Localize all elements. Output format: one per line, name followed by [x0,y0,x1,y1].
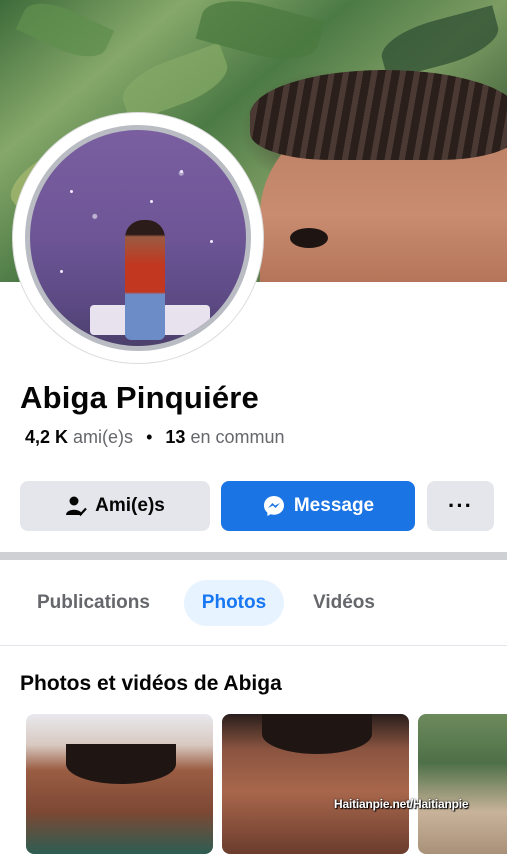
mutual-label[interactable]: en commun [190,427,284,447]
more-button[interactable]: ··· [427,481,494,531]
friends-button[interactable]: Ami(e)s [20,481,210,531]
tabs-divider [0,645,507,646]
profile-name: Abiga Pinquiére [20,380,259,415]
messenger-icon [263,496,284,516]
stats-separator: • [146,427,153,447]
cover-braids [250,70,507,160]
profile-avatar[interactable] [25,125,251,351]
friends-label[interactable]: ami(e)s [73,427,133,447]
photo-thumbnail[interactable] [222,714,409,854]
friends-count[interactable]: 4,2 K [25,427,68,447]
mutual-count[interactable]: 13 [165,427,185,447]
photo-thumbnail[interactable] [418,714,507,854]
thumbnail-hair [66,744,176,784]
tab-photos[interactable]: Photos [184,580,284,626]
person-check-icon [66,496,87,517]
photos-section-title: Photos et vidéos de Abiga [20,672,282,695]
cover-leaf [376,5,504,80]
watermark: Haitianpie.net/Haitianpie [334,797,469,811]
avatar-sparkle [60,270,63,273]
cover-leaf [15,0,115,68]
cover-leaf [115,42,235,123]
friends-button-label: Ami(e)s [95,495,165,516]
more-dots-icon: ··· [448,493,473,518]
tab-publications[interactable]: Publications [37,580,150,626]
avatar-sparkle [150,200,153,203]
message-button-label: Message [293,495,375,516]
photo-thumbnail[interactable] [26,714,213,854]
section-divider [0,552,507,560]
cover-eye [290,228,328,248]
avatar-sparkle [70,190,73,193]
tab-videos[interactable]: Vidéos [313,580,375,626]
avatar-person [125,220,165,340]
avatar-sparkle [180,170,183,173]
thumbnail-hair [262,714,372,754]
profile-stats: 4,2 K ami(e)s • 13 en commun [25,427,285,448]
message-button[interactable]: Message [221,481,415,531]
avatar-sparkle [210,240,213,243]
